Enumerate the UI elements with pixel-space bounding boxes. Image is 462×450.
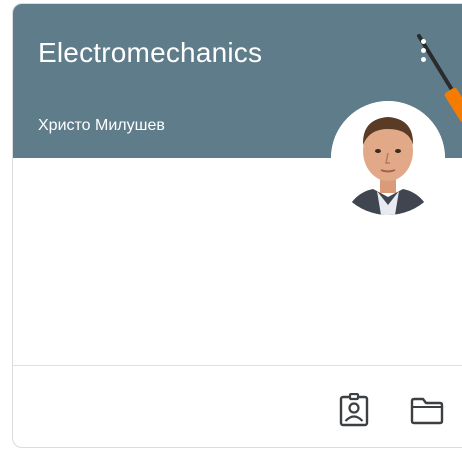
- teacher-avatar: [331, 101, 445, 215]
- more-vert-icon-dot: [420, 56, 426, 62]
- class-card[interactable]: Electromechanics Христо Милушев: [12, 3, 462, 448]
- more-vert-icon: [420, 38, 426, 44]
- assignment-ind-icon[interactable]: [339, 393, 369, 427]
- avatar-photo: [331, 101, 445, 215]
- footer-divider: [13, 365, 462, 366]
- more-options-button[interactable]: [411, 34, 435, 66]
- folder-icon[interactable]: [410, 396, 444, 426]
- class-title[interactable]: Electromechanics: [38, 37, 262, 69]
- more-vert-icon-dot: [420, 47, 426, 53]
- teacher-name[interactable]: Христо Милушев: [38, 117, 165, 135]
